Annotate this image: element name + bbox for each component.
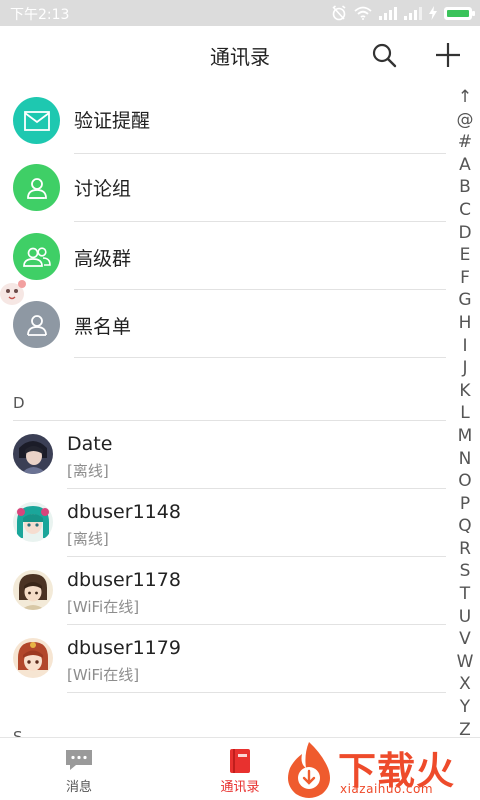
index-letter[interactable]: R bbox=[450, 538, 480, 561]
row-divider bbox=[74, 357, 446, 358]
message-icon bbox=[66, 750, 92, 770]
signal-icon bbox=[379, 7, 397, 20]
index-letter[interactable]: E bbox=[450, 244, 480, 267]
avatar bbox=[13, 570, 53, 610]
avatar-image bbox=[13, 502, 53, 542]
contact-status: [WiFi在线] bbox=[67, 598, 140, 616]
index-letter[interactable]: # bbox=[450, 131, 480, 154]
avatar-image bbox=[13, 570, 53, 610]
person-icon bbox=[26, 177, 47, 199]
index-letter[interactable]: L bbox=[450, 402, 480, 425]
contacts-screen: 下午2:13 通讯录 验证提醒 讨论组 高级群 黑名单 D Date [离线] … bbox=[0, 0, 480, 800]
index-letter[interactable]: K bbox=[450, 380, 480, 403]
feature-icon-badge bbox=[13, 164, 60, 211]
4g-signal-icon bbox=[404, 7, 422, 20]
index-letter[interactable]: ↑ bbox=[450, 86, 480, 109]
index-letter[interactable]: @ bbox=[450, 109, 480, 132]
alphabet-index-bar[interactable]: ↑ @ # A B C D E F G H I J K L M N O P Q R S T U V W X Y Z bbox=[450, 86, 480, 740]
index-letter[interactable]: C bbox=[450, 199, 480, 222]
index-letter[interactable]: V bbox=[450, 628, 480, 651]
plus-icon[interactable] bbox=[434, 41, 462, 69]
feature-row-discussion-groups[interactable]: 讨论组 bbox=[0, 154, 446, 222]
index-letter[interactable]: Q bbox=[450, 515, 480, 538]
feature-icon-badge bbox=[13, 97, 60, 144]
contact-status: [离线] bbox=[67, 530, 109, 548]
contact-row[interactable]: dbuser1179 [WiFi在线] bbox=[0, 625, 446, 693]
row-divider bbox=[67, 692, 446, 693]
contact-name: dbuser1178 bbox=[67, 569, 181, 591]
watermark: 下载火 xiazaihuo.com bbox=[280, 738, 480, 800]
status-bar: 下午2:13 bbox=[0, 0, 480, 26]
person-icon bbox=[26, 314, 47, 336]
index-letter[interactable]: T bbox=[450, 583, 480, 606]
index-letter[interactable]: H bbox=[450, 312, 480, 335]
index-letter[interactable]: I bbox=[450, 335, 480, 358]
nav-label: 消息 bbox=[65, 780, 92, 795]
feature-icon-badge bbox=[13, 233, 60, 280]
contact-name: Date bbox=[67, 433, 113, 455]
avatar bbox=[13, 502, 53, 542]
contact-status: [离线] bbox=[67, 462, 109, 480]
contact-status: [WiFi在线] bbox=[67, 666, 140, 684]
alarm-icon bbox=[332, 5, 346, 21]
feature-row-verification[interactable]: 验证提醒 bbox=[0, 86, 446, 154]
contacts-book-icon bbox=[230, 749, 250, 773]
index-letter[interactable]: P bbox=[450, 493, 480, 516]
status-time: 下午2:13 bbox=[10, 7, 70, 23]
section-header-d: D bbox=[13, 394, 25, 412]
feature-label: 高级群 bbox=[74, 248, 132, 270]
index-letter[interactable]: X bbox=[450, 673, 480, 696]
index-letter[interactable]: N bbox=[450, 448, 480, 471]
search-icon[interactable] bbox=[371, 42, 397, 68]
feature-row-advanced-groups[interactable]: 高级群 bbox=[0, 222, 446, 290]
charging-icon bbox=[429, 6, 437, 20]
avatar-image bbox=[13, 638, 53, 678]
battery-level bbox=[447, 9, 469, 17]
index-letter[interactable]: M bbox=[450, 425, 480, 448]
mail-icon bbox=[23, 110, 50, 131]
watermark-url: xiazaihuo.com bbox=[340, 782, 434, 796]
contact-row[interactable]: dbuser1148 [离线] bbox=[0, 489, 446, 557]
contact-row[interactable]: dbuser1178 [WiFi在线] bbox=[0, 557, 446, 625]
index-letter[interactable]: J bbox=[450, 357, 480, 380]
flame-logo-icon bbox=[288, 742, 330, 798]
index-letter[interactable]: A bbox=[450, 154, 480, 177]
index-letter[interactable]: S bbox=[450, 560, 480, 583]
index-letter[interactable]: W bbox=[450, 651, 480, 674]
index-letter[interactable]: G bbox=[450, 289, 480, 312]
group-icon bbox=[22, 246, 51, 267]
index-letter[interactable]: U bbox=[450, 606, 480, 629]
feature-label: 验证提醒 bbox=[74, 110, 151, 132]
contact-name: dbuser1179 bbox=[67, 637, 181, 659]
index-letter[interactable]: B bbox=[450, 176, 480, 199]
contact-row[interactable]: Date [离线] bbox=[0, 421, 446, 489]
index-letter[interactable]: O bbox=[450, 470, 480, 493]
status-icons bbox=[331, 5, 475, 21]
wifi-icon bbox=[354, 6, 372, 20]
tab-messages[interactable]: 消息 bbox=[24, 738, 134, 800]
feature-row-blacklist[interactable]: 黑名单 bbox=[0, 290, 446, 358]
nav-label: 通讯录 bbox=[220, 780, 260, 795]
page-title: 通讯录 bbox=[210, 45, 270, 69]
battery-icon bbox=[444, 6, 475, 20]
avatar-image bbox=[13, 434, 53, 474]
contact-name: dbuser1148 bbox=[67, 501, 181, 523]
feature-label: 黑名单 bbox=[74, 316, 132, 338]
avatar bbox=[13, 434, 53, 474]
sticker-decoration bbox=[0, 280, 26, 305]
feature-label: 讨论组 bbox=[74, 178, 132, 200]
tab-contacts[interactable]: 通讯录 bbox=[185, 738, 295, 800]
index-letter[interactable]: D bbox=[450, 222, 480, 245]
avatar bbox=[13, 638, 53, 678]
app-header: 通讯录 bbox=[0, 26, 480, 84]
index-letter[interactable]: Y bbox=[450, 696, 480, 719]
index-letter[interactable]: F bbox=[450, 267, 480, 290]
